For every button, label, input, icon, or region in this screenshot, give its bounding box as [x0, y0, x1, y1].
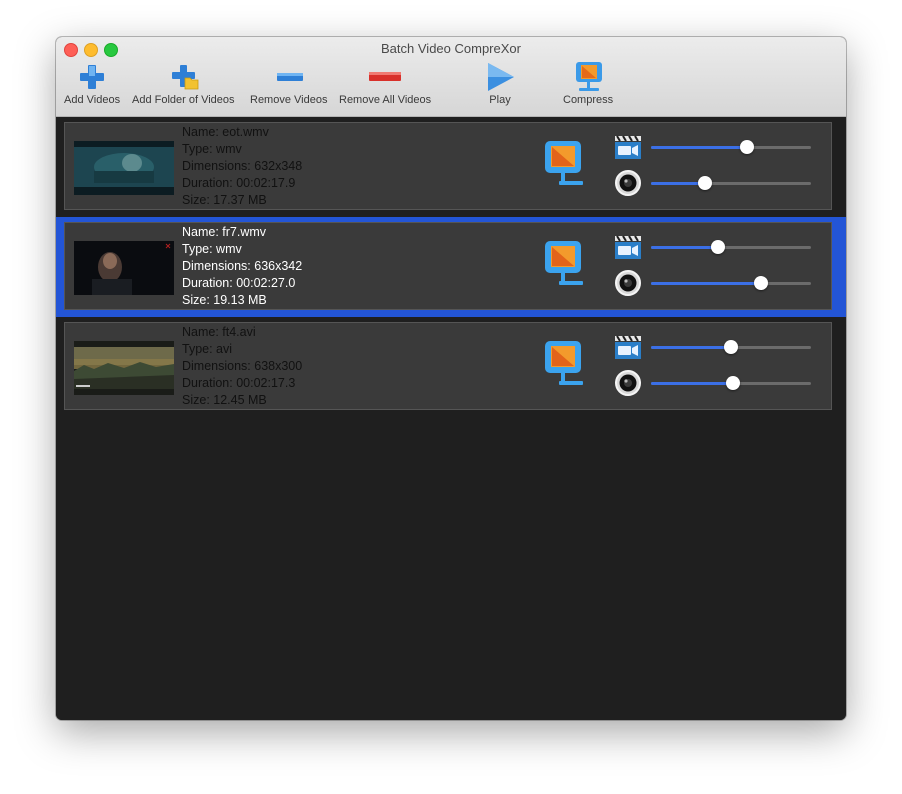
video-quality-icon — [614, 333, 642, 361]
compress-video-icon[interactable] — [545, 241, 585, 291]
minus-icon — [269, 61, 309, 93]
slider-knob[interactable] — [726, 376, 740, 390]
slider-knob[interactable] — [754, 276, 768, 290]
video-size: Size: 19.13 MB — [182, 293, 267, 307]
app-window: Batch Video CompreXor Add Videos Add Fol… — [56, 37, 846, 720]
compress-button[interactable]: Compress — [563, 61, 613, 111]
audio-quality-icon — [614, 369, 642, 397]
slider-knob[interactable] — [711, 240, 725, 254]
title-bar: Batch Video CompreXor Add Videos Add Fol… — [56, 37, 846, 117]
remove-all-videos-button[interactable]: Remove All Videos — [339, 61, 431, 111]
add-folder-button[interactable]: Add Folder of Videos — [132, 61, 235, 111]
video-type: Type: avi — [182, 342, 233, 356]
video-size: Size: 12.45 MB — [182, 393, 267, 407]
video-dimensions: Dimensions: 638x300 — [182, 359, 303, 373]
video-quality-slider[interactable] — [651, 340, 811, 354]
audio-quality-slider[interactable] — [651, 176, 811, 190]
video-thumbnail — [74, 241, 174, 295]
video-name: Name: fr7.wmv — [182, 225, 267, 239]
plus-icon — [72, 61, 112, 93]
video-duration: Duration: 00:02:17.9 — [182, 176, 296, 190]
video-quality-slider[interactable] — [651, 240, 811, 254]
remove-videos-button[interactable]: Remove Videos — [250, 61, 327, 111]
audio-quality-icon — [614, 269, 642, 297]
audio-quality-slider[interactable] — [651, 376, 811, 390]
add-folder-icon — [163, 61, 203, 93]
video-quality-icon — [614, 133, 642, 161]
video-thumbnail — [74, 141, 174, 195]
video-row[interactable]: Name: eot.wmv Type: wmv Dimensions: 632x… — [64, 122, 832, 210]
video-dimensions: Dimensions: 636x342 — [182, 259, 303, 273]
video-size: Size: 17.37 MB — [182, 193, 267, 207]
video-duration: Duration: 00:02:27.0 — [182, 276, 296, 290]
video-type: Type: wmv — [182, 142, 242, 156]
remove-all-icon — [365, 61, 405, 93]
audio-quality-icon — [614, 169, 642, 197]
compress-icon — [568, 61, 608, 93]
video-type: Type: wmv — [182, 242, 242, 256]
play-button[interactable]: Play — [480, 61, 520, 111]
compress-video-icon[interactable] — [545, 141, 585, 191]
video-duration: Duration: 00:02:17.3 — [182, 376, 296, 390]
slider-knob[interactable] — [698, 176, 712, 190]
add-videos-button[interactable]: Add Videos — [64, 61, 120, 111]
video-row-selected[interactable]: Name: fr7.wmv Type: wmv Dimensions: 636x… — [64, 222, 832, 310]
video-name: Name: ft4.avi — [182, 325, 256, 339]
video-dimensions: Dimensions: 632x348 — [182, 159, 303, 173]
video-name: Name: eot.wmv — [182, 125, 269, 139]
play-icon — [480, 61, 520, 93]
audio-quality-slider[interactable] — [651, 276, 811, 290]
video-thumbnail — [74, 341, 174, 395]
video-list[interactable]: Name: eot.wmv Type: wmv Dimensions: 632x… — [56, 117, 846, 720]
video-quality-icon — [614, 233, 642, 261]
window-title: Batch Video CompreXor — [381, 41, 521, 56]
slider-knob[interactable] — [740, 140, 754, 154]
video-quality-slider[interactable] — [651, 140, 811, 154]
video-row[interactable]: Name: ft4.avi Type: avi Dimensions: 638x… — [64, 322, 832, 410]
compress-video-icon[interactable] — [545, 341, 585, 391]
slider-knob[interactable] — [724, 340, 738, 354]
